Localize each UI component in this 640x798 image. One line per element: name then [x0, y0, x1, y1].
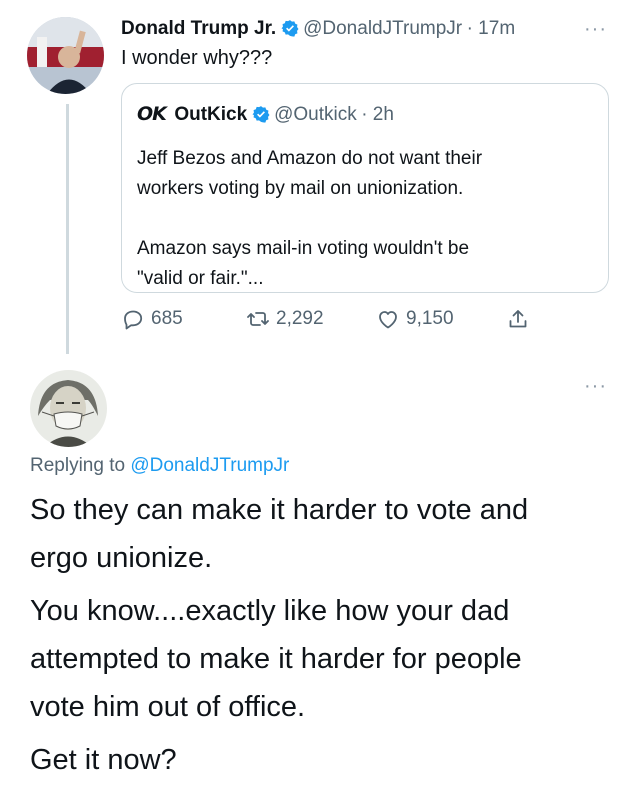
reply-line: attempted to make it harder for people — [30, 643, 522, 675]
reply-line: You know....exactly like how your dad — [30, 595, 510, 627]
quoted-line: workers voting by mail on unionization. — [137, 178, 464, 199]
quoted-author-handle: @Outkick — [274, 104, 357, 125]
thread-line — [66, 104, 69, 354]
share-upload-icon — [509, 310, 527, 328]
verified-badge-icon — [281, 19, 299, 37]
quoted-line: "valid or fair."... — [137, 268, 264, 289]
like-count: 9,150 — [406, 308, 454, 329]
retweet-button[interactable]: 2,292 — [246, 307, 324, 331]
replying-to-label: Replying to — [30, 455, 126, 476]
tweet-header: Donald Trump Jr. @DonaldJTrumpJr · 17m — [121, 18, 515, 40]
more-options-icon[interactable]: ··· — [584, 18, 607, 41]
replying-to-handle-link[interactable]: @DonaldJTrumpJr — [130, 455, 289, 476]
quoted-text: Jeff Bezos and Amazon do not want their … — [137, 144, 482, 294]
reply-avatar[interactable] — [30, 370, 107, 447]
reply-more-options-icon[interactable]: ··· — [584, 375, 607, 398]
share-button[interactable] — [506, 307, 530, 331]
reply-bubble-icon — [124, 310, 143, 330]
quoted-tweet[interactable]: OK OutKick @Outkick · 2h Jeff Bezos and … — [121, 83, 609, 293]
replying-to: Replying to @DonaldJTrumpJr — [30, 455, 289, 477]
reply-count: 685 — [151, 308, 183, 329]
retweet-arrows-icon — [247, 312, 269, 326]
quoted-line: Amazon says mail-in voting wouldn't be — [137, 238, 470, 259]
reply-button[interactable]: 685 — [121, 307, 183, 331]
tweet-time[interactable]: · 17m — [467, 18, 516, 39]
like-button[interactable]: 9,150 — [376, 307, 454, 331]
quoted-header: OK OutKick @Outkick · 2h — [137, 103, 394, 126]
retweet-count: 2,292 — [276, 308, 324, 329]
author-handle[interactable]: @DonaldJTrumpJr — [303, 18, 462, 39]
reply-line: ergo unionize. — [30, 542, 213, 574]
author-avatar[interactable] — [27, 17, 104, 94]
quoted-line: Jeff Bezos and Amazon do not want their — [137, 148, 483, 169]
tweet-text: I wonder why??? — [121, 47, 273, 69]
quoted-time: · 2h — [361, 104, 394, 125]
author-name[interactable]: Donald Trump Jr. — [121, 18, 276, 39]
reply-line: vote him out of office. — [30, 691, 306, 723]
heart-icon — [379, 311, 397, 329]
reply-line: So they can make it harder to vote and — [30, 494, 529, 526]
quoted-author-name: OutKick — [174, 104, 248, 125]
outkick-logo: OK — [137, 103, 167, 125]
reply-text: So they can make it harder to vote and e… — [30, 486, 528, 784]
verified-badge-icon — [252, 105, 270, 123]
reply-line: Get it now? — [30, 744, 177, 776]
